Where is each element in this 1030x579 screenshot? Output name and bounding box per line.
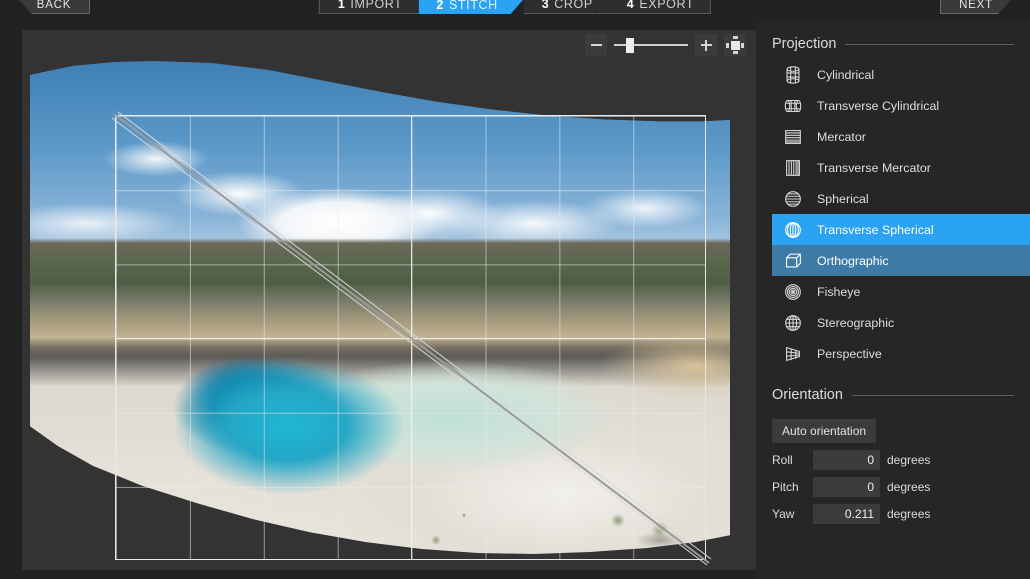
step-import-label: IMPORT <box>350 0 403 11</box>
projection-item-stereographic[interactable]: Stereographic <box>772 307 1030 338</box>
pitch-field: Pitch degrees <box>772 477 1014 497</box>
pitch-input[interactable] <box>813 477 880 497</box>
fit-arrow-right-icon <box>741 43 744 48</box>
zoom-slider[interactable] <box>614 34 688 56</box>
projection-label: Orthographic <box>817 253 889 268</box>
horizontal-lines-icon <box>785 129 801 144</box>
cylinder-grid-icon <box>786 65 800 84</box>
roll-input[interactable] <box>813 450 880 470</box>
step-stitch-label: STITCH <box>448 0 498 12</box>
settings-panel: Projection Cylindrical Transverse Cylind… <box>756 22 1030 579</box>
pitch-label: Pitch <box>772 480 799 494</box>
frustum-icon <box>786 346 800 361</box>
step-crop-number: 3 <box>541 0 550 11</box>
step-export-number: 4 <box>626 0 635 11</box>
fit-arrow-left-icon <box>726 43 729 48</box>
step-export-label: EXPORT <box>639 0 695 11</box>
next-button[interactable]: NEXT <box>940 0 1012 14</box>
projection-section-header: Projection <box>772 36 1014 52</box>
minus-icon <box>590 44 602 46</box>
projection-label: Stereographic <box>817 315 895 330</box>
globe-grid-icon <box>785 314 801 331</box>
sphere-longitude-icon <box>785 221 801 238</box>
panorama-stage <box>22 30 756 570</box>
step-import[interactable]: 1 IMPORT <box>318 0 420 15</box>
zoom-slider-handle[interactable] <box>626 38 635 53</box>
projection-list: Cylindrical Transverse Cylindrical Merca… <box>772 59 1030 369</box>
concentric-circles-icon <box>785 283 801 300</box>
top-wizard-bar: BACK 1 IMPORT 2 STITCH 3 CROP 4 EXPORT N… <box>0 0 1030 22</box>
projection-label: Transverse Cylindrical <box>817 98 940 113</box>
sphere-latitude-icon <box>785 190 801 207</box>
roll-unit: degrees <box>887 453 931 467</box>
pitch-unit: degrees <box>887 480 931 494</box>
projection-label: Fisheye <box>817 284 861 299</box>
fit-arrow-bottom-icon <box>733 51 738 54</box>
projection-item-fisheye[interactable]: Fisheye <box>772 276 1030 307</box>
projection-label: Cylindrical <box>817 67 875 82</box>
orientation-title: Orientation <box>772 387 843 403</box>
yaw-field: Yaw degrees <box>772 504 1014 524</box>
zoom-out-button[interactable] <box>585 34 607 56</box>
vertical-lines-icon <box>786 159 800 176</box>
back-button[interactable]: BACK <box>18 0 90 14</box>
projection-title: Projection <box>772 36 837 52</box>
step-divider-icon <box>595 0 610 15</box>
projection-item-spherical[interactable]: Spherical <box>772 183 1030 214</box>
yaw-unit: degrees <box>887 507 931 521</box>
fit-to-screen-icon <box>731 41 740 50</box>
auto-orientation-button[interactable]: Auto orientation <box>772 419 877 443</box>
projection-item-orthographic[interactable]: Orthographic <box>772 245 1030 276</box>
panorama-preview <box>30 60 730 555</box>
zoom-slider-track <box>614 44 688 46</box>
projection-label: Transverse Mercator <box>817 160 931 175</box>
fit-to-screen-button[interactable] <box>724 34 746 56</box>
step-import-number: 1 <box>337 0 346 11</box>
yaw-input[interactable] <box>813 504 880 524</box>
cube-icon <box>786 253 801 268</box>
step-stitch-number: 2 <box>436 0 444 12</box>
roll-field: Roll degrees <box>772 450 1014 470</box>
step-export[interactable]: 4 EXPORT <box>608 0 712 14</box>
step-stitch[interactable]: 2 STITCH <box>418 0 523 14</box>
preview-canvas[interactable] <box>22 30 756 570</box>
projection-item-transverse-cylindrical[interactable]: Transverse Cylindrical <box>772 90 1030 121</box>
zoom-toolbar <box>585 34 746 56</box>
zoom-in-button[interactable] <box>695 34 717 56</box>
plus-icon <box>705 39 707 51</box>
projection-label: Transverse Spherical <box>817 222 934 237</box>
section-rule <box>845 43 1014 45</box>
step-crop[interactable]: 3 CROP <box>523 0 610 15</box>
projection-label: Spherical <box>817 191 869 206</box>
section-rule <box>851 394 1014 396</box>
back-button-label: BACK <box>36 0 72 11</box>
projection-item-mercator[interactable]: Mercator <box>772 121 1030 152</box>
orientation-section: Orientation Auto orientation Roll degree… <box>772 387 1014 524</box>
step-crop-label: CROP <box>554 0 593 11</box>
wizard-steps: 1 IMPORT 2 STITCH 3 CROP 4 EXPORT <box>318 0 712 15</box>
projection-item-cylindrical[interactable]: Cylindrical <box>772 59 1030 90</box>
step-divider-icon <box>405 0 420 15</box>
projection-label: Mercator <box>817 129 866 144</box>
projection-label: Perspective <box>817 346 882 361</box>
projection-item-transverse-spherical[interactable]: Transverse Spherical <box>772 214 1030 245</box>
fit-arrow-top-icon <box>733 36 738 39</box>
cylinder-horizontal-icon <box>784 99 802 112</box>
projection-item-perspective[interactable]: Perspective <box>772 338 1030 369</box>
next-button-label: NEXT <box>959 0 993 11</box>
orientation-section-header: Orientation <box>772 387 1014 403</box>
panorama-image <box>30 60 730 555</box>
yaw-label: Yaw <box>772 507 795 521</box>
projection-item-transverse-mercator[interactable]: Transverse Mercator <box>772 152 1030 183</box>
roll-label: Roll <box>772 453 793 467</box>
